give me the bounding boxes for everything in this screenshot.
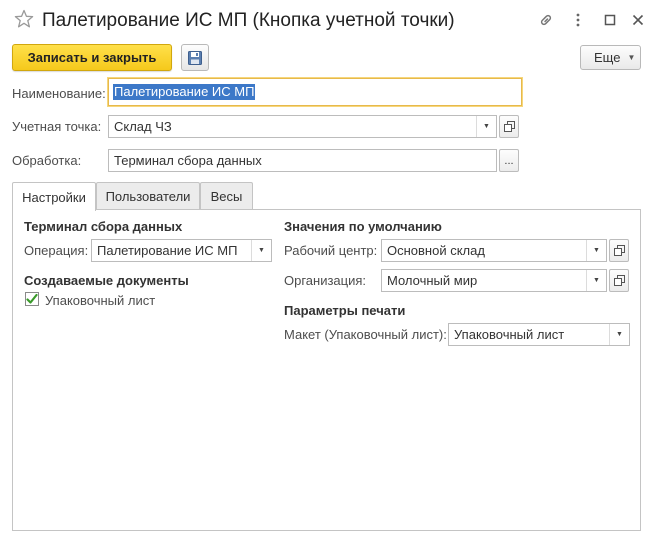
more-vertical-icon[interactable] [568, 10, 588, 30]
documents-section-title: Создаваемые документы [24, 273, 189, 288]
print-section-title: Параметры печати [284, 303, 406, 318]
terminal-section-title: Терминал сбора данных [24, 219, 183, 234]
more-menu-button[interactable]: Еще ▼ [580, 45, 641, 70]
chevron-down-icon: ▼ [627, 53, 636, 62]
open-window-icon [613, 245, 625, 256]
dropdown-arrow-icon[interactable]: ▼ [476, 116, 496, 137]
processing-label: Обработка: [12, 153, 82, 168]
organization-field[interactable]: Молочный мир ▼ [381, 269, 607, 292]
name-label: Наименование: [12, 86, 106, 101]
open-window-icon [613, 275, 625, 286]
dropdown-arrow-icon[interactable]: ▼ [609, 324, 629, 345]
processing-value: Терминал сбора данных [114, 153, 262, 168]
open-account-point-button[interactable] [499, 115, 519, 138]
dropdown-arrow-icon[interactable]: ▼ [586, 240, 606, 261]
organization-value: Молочный мир [387, 273, 478, 288]
more-label: Еще [594, 50, 621, 65]
operation-field[interactable]: Палетирование ИС МП ▼ [91, 239, 272, 262]
floppy-disk-icon [188, 50, 202, 65]
organization-label: Организация: [284, 273, 367, 288]
operation-value: Палетирование ИС МП [97, 243, 238, 258]
tab-settings[interactable]: Настройки [12, 182, 96, 211]
layout-value: Упаковочный лист [454, 327, 565, 342]
maximize-icon[interactable] [600, 10, 620, 30]
open-organization-button[interactable] [609, 269, 629, 292]
work-center-field[interactable]: Основной склад ▼ [381, 239, 607, 262]
account-point-label: Учетная точка: [12, 119, 102, 134]
work-center-value: Основной склад [387, 243, 485, 258]
packing-list-label: Упаковочный лист [45, 293, 156, 308]
open-window-icon [503, 121, 515, 132]
name-value: Палетирование ИС МП [113, 84, 256, 100]
packing-list-checkbox[interactable] [25, 292, 39, 306]
name-input[interactable]: Палетирование ИС МП [108, 78, 522, 106]
checkmark-icon [26, 293, 38, 304]
save-button[interactable] [181, 44, 209, 71]
account-point-value: Склад ЧЗ [114, 119, 172, 134]
account-point-field[interactable]: Склад ЧЗ ▼ [108, 115, 497, 138]
layout-label: Макет (Упаковочный лист): [284, 327, 447, 342]
dropdown-arrow-icon[interactable]: ▼ [251, 240, 271, 261]
open-work-center-button[interactable] [609, 239, 629, 262]
processing-field[interactable]: Терминал сбора данных [108, 149, 497, 172]
defaults-section-title: Значения по умолчанию [284, 219, 442, 234]
favorite-star-icon[interactable] [14, 9, 34, 31]
tab-scales[interactable]: Весы [200, 182, 253, 210]
work-center-label: Рабочий центр: [284, 243, 378, 258]
save-and-close-button[interactable]: Записать и закрыть [12, 44, 172, 71]
tab-users[interactable]: Пользователи [96, 182, 200, 210]
operation-label: Операция: [24, 243, 89, 258]
window-title: Палетирование ИС МП (Кнопка учетной точк… [42, 10, 455, 31]
layout-field[interactable]: Упаковочный лист ▼ [448, 323, 630, 346]
select-processing-button[interactable]: ... [499, 149, 519, 172]
close-icon[interactable] [628, 10, 648, 30]
dropdown-arrow-icon[interactable]: ▼ [586, 270, 606, 291]
link-icon[interactable] [536, 10, 556, 30]
